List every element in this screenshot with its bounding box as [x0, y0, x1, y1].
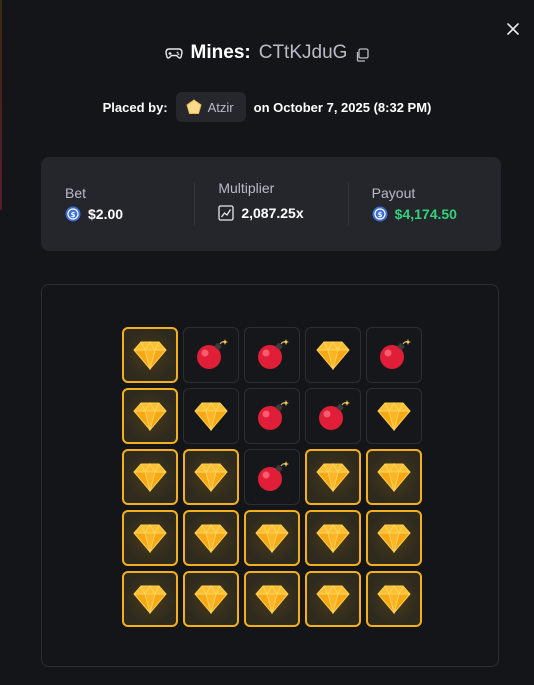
- gem-tile-r2c1[interactable]: [122, 388, 178, 444]
- gem-tile-r4c3[interactable]: [244, 510, 300, 566]
- bet-value: $2.00: [88, 206, 124, 222]
- modal-title: Mines: CTtKJduG: [0, 42, 534, 64]
- gem-tile-r5c5[interactable]: [366, 571, 422, 627]
- gamepad-icon: [164, 44, 183, 62]
- gem-tile-r4c1[interactable]: [122, 510, 178, 566]
- close-icon: [507, 23, 519, 35]
- gem-icon: [316, 524, 350, 553]
- gem-tile-r5c4[interactable]: [305, 571, 361, 627]
- placed-date: on October 7, 2025 (8:32 PM): [253, 99, 432, 115]
- bomb-icon: [258, 461, 289, 491]
- bet-label: Bet: [65, 185, 87, 201]
- bomb-icon: [258, 339, 289, 369]
- bet-value-row: $ $2.00: [65, 206, 194, 222]
- gem-tile-r1c1[interactable]: [122, 327, 178, 383]
- gem-tile-r1c4[interactable]: [305, 327, 361, 383]
- multiplier-label: Multiplier: [218, 180, 275, 196]
- payout-value-row: $ $4,174.50: [372, 206, 501, 222]
- mines-board: [41, 284, 499, 667]
- gem-icon: [133, 463, 167, 492]
- stat-payout: Payout $ $4,174.50: [347, 157, 501, 251]
- multiplier-value-row: 2,087.25x: [218, 205, 347, 221]
- placed-by-row: Placed by: Atzir on October 7, 2025 (8:3…: [0, 92, 534, 122]
- pentagon-icon: [186, 99, 202, 115]
- gem-icon: [133, 341, 167, 370]
- copy-icon[interactable]: [355, 46, 370, 62]
- username: Atzir: [207, 99, 234, 115]
- coin-icon: $: [65, 206, 81, 222]
- payout-label: Payout: [371, 185, 416, 201]
- coin-icon: $: [372, 206, 388, 222]
- bomb-icon: [319, 400, 350, 430]
- gem-icon: [316, 585, 350, 614]
- gem-icon: [316, 341, 350, 370]
- gem-icon: [194, 585, 228, 614]
- gem-icon: [377, 524, 411, 553]
- multiplier-value: 2,087.25x: [241, 205, 304, 221]
- gem-tile-r2c2[interactable]: [183, 388, 239, 444]
- payout-value: $4,174.50: [394, 206, 457, 222]
- mine-tile-r1c3[interactable]: [244, 327, 300, 383]
- gem-tile-r3c5[interactable]: [366, 449, 422, 505]
- game-name: Mines:: [190, 42, 251, 63]
- mine-tile-r1c2[interactable]: [183, 327, 239, 383]
- gem-icon: [255, 585, 289, 614]
- gem-tile-r3c1[interactable]: [122, 449, 178, 505]
- gem-icon: [133, 402, 167, 431]
- close-button[interactable]: [502, 18, 524, 40]
- gem-icon: [255, 524, 289, 553]
- gem-icon: [194, 463, 228, 492]
- gem-tile-r5c1[interactable]: [122, 571, 178, 627]
- svg-text:$: $: [71, 211, 76, 219]
- tile-grid: [122, 327, 422, 627]
- bomb-icon: [380, 339, 411, 369]
- bomb-icon: [197, 339, 228, 369]
- gem-tile-r4c4[interactable]: [305, 510, 361, 566]
- mine-tile-r2c4[interactable]: [305, 388, 361, 444]
- svg-text:$: $: [377, 211, 382, 219]
- mine-tile-r1c5[interactable]: [366, 327, 422, 383]
- mine-tile-r2c3[interactable]: [244, 388, 300, 444]
- gem-tile-r5c2[interactable]: [183, 571, 239, 627]
- gem-icon: [194, 402, 228, 431]
- stat-bet: Bet $ $2.00: [41, 157, 194, 251]
- gem-icon: [194, 524, 228, 553]
- stat-multiplier: Multiplier 2,087.25x: [194, 157, 347, 251]
- user-badge[interactable]: Atzir: [175, 92, 246, 122]
- gem-tile-r4c2[interactable]: [183, 510, 239, 566]
- mine-tile-r3c3[interactable]: [244, 449, 300, 505]
- gem-icon: [377, 585, 411, 614]
- gem-tile-r3c4[interactable]: [305, 449, 361, 505]
- gem-tile-r2c5[interactable]: [366, 388, 422, 444]
- bomb-icon: [258, 400, 289, 430]
- gem-icon: [377, 463, 411, 492]
- chart-icon: [218, 205, 234, 221]
- bet-id: CTtKJduG: [258, 42, 348, 63]
- gem-icon: [133, 524, 167, 553]
- gem-tile-r5c3[interactable]: [244, 571, 300, 627]
- gem-icon: [316, 463, 350, 492]
- gem-tile-r3c2[interactable]: [183, 449, 239, 505]
- stats-panel: Bet $ $2.00 Multiplier 2,087.25x Payout …: [41, 157, 501, 251]
- gem-icon: [377, 402, 411, 431]
- bet-details-modal: Mines: CTtKJduG Placed by: Atzir on Octo…: [0, 0, 534, 685]
- placed-by-label: Placed by:: [102, 99, 168, 115]
- gem-icon: [133, 585, 167, 614]
- gem-tile-r4c5[interactable]: [366, 510, 422, 566]
